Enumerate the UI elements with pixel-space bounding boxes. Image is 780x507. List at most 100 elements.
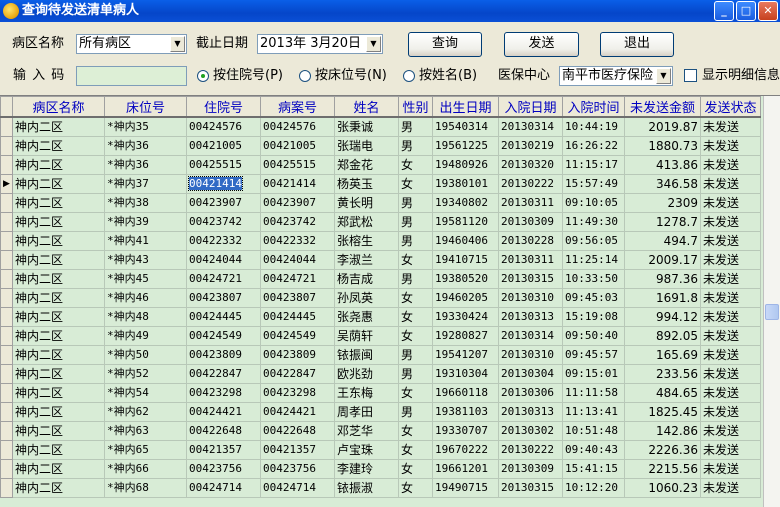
radio-by-bed-no-label[interactable]: 按床位号(N) — [315, 67, 387, 85]
row-header[interactable] — [0, 421, 13, 441]
table-cell[interactable]: 20130313 — [498, 307, 563, 327]
table-cell[interactable]: 未发送 — [700, 421, 761, 441]
row-header[interactable] — [0, 478, 13, 498]
table-cell[interactable]: 00423756 — [186, 459, 261, 479]
table-cell[interactable]: 165.69 — [624, 345, 701, 365]
table-cell[interactable]: 20130314 — [498, 116, 563, 137]
table-cell[interactable]: 00424445 — [260, 307, 335, 327]
table-cell[interactable]: 346.58 — [624, 174, 701, 194]
table-row[interactable]: 神内二区 *神内68 00424714 00424714 铱振淑女 19490715 201… — [0, 478, 761, 498]
table-cell[interactable]: 00424549 — [260, 326, 335, 346]
table-cell[interactable]: 233.56 — [624, 364, 701, 384]
column-header[interactable]: 入院时间 — [562, 96, 625, 118]
table-cell[interactable]: 铱振闽 — [334, 345, 399, 365]
radio-by-bed-no[interactable] — [299, 70, 311, 82]
table-cell[interactable]: 未发送 — [700, 174, 761, 194]
table-cell[interactable]: 男 — [398, 116, 433, 137]
column-header[interactable]: 病案号 — [260, 96, 335, 118]
radio-by-inpatient-no-label[interactable]: 按住院号(P) — [213, 67, 283, 85]
table-row[interactable]: 神内二区 *神内43 00424044 00424044 李淑兰女 19410715 201… — [0, 250, 761, 270]
minimize-button[interactable]: _ — [714, 1, 734, 21]
table-cell[interactable]: 张榕生 — [334, 231, 399, 251]
table-cell[interactable]: 09:45:03 — [562, 288, 625, 308]
column-header[interactable]: 姓名 — [334, 96, 399, 118]
table-cell[interactable]: 00422847 — [186, 364, 261, 384]
row-header[interactable] — [0, 136, 13, 156]
table-cell[interactable]: 神内二区 — [12, 440, 105, 460]
table-cell[interactable]: 未发送 — [700, 193, 761, 213]
table-cell[interactable]: 00421357 — [260, 440, 335, 460]
table-cell[interactable]: 00425515 — [260, 155, 335, 175]
table-cell[interactable]: 神内二区 — [12, 459, 105, 479]
table-cell[interactable]: 00424576 — [186, 116, 261, 137]
table-cell[interactable]: 19490715 — [432, 478, 499, 498]
table-cell[interactable]: 1691.8 — [624, 288, 701, 308]
table-cell[interactable]: 未发送 — [700, 116, 761, 137]
table-cell[interactable]: 2215.56 — [624, 459, 701, 479]
table-cell[interactable]: 杨吉成 — [334, 269, 399, 289]
table-cell[interactable]: *神内41 — [104, 231, 187, 251]
show-detail-label[interactable]: 显示明细信息 — [702, 67, 780, 85]
table-cell[interactable]: 未发送 — [700, 212, 761, 232]
table-row[interactable]: 神内二区 *神内50 00423809 00423809 铱振闽男 19541207 201… — [0, 345, 761, 365]
table-cell[interactable]: *神内63 — [104, 421, 187, 441]
table-cell[interactable]: 20130313 — [498, 402, 563, 422]
table-cell[interactable]: 女 — [398, 478, 433, 498]
column-header[interactable]: 入院日期 — [498, 96, 563, 118]
table-cell[interactable]: 女 — [398, 421, 433, 441]
table-cell[interactable]: 未发送 — [700, 288, 761, 308]
table-cell[interactable]: 未发送 — [700, 364, 761, 384]
table-cell[interactable]: 00424445 — [186, 307, 261, 327]
column-header[interactable]: 发送状态 — [700, 96, 761, 118]
row-header[interactable] — [0, 288, 13, 308]
row-header[interactable] — [0, 345, 13, 365]
table-cell[interactable]: 00424714 — [186, 478, 261, 498]
table-cell[interactable]: *神内43 — [104, 250, 187, 270]
table-cell[interactable]: 未发送 — [700, 269, 761, 289]
table-cell[interactable]: 484.65 — [624, 383, 701, 403]
table-cell[interactable]: 19661201 — [432, 459, 499, 479]
table-cell[interactable]: *神内36 — [104, 155, 187, 175]
table-cell[interactable]: 未发送 — [700, 231, 761, 251]
column-header[interactable]: 性别 — [398, 96, 433, 118]
table-cell[interactable]: 神内二区 — [12, 269, 105, 289]
table-cell[interactable]: 00422332 — [186, 231, 261, 251]
table-cell[interactable]: 987.36 — [624, 269, 701, 289]
table-cell[interactable]: 神内二区 — [12, 136, 105, 156]
insurance-select[interactable]: 南平市医疗保险 ▼ — [559, 66, 673, 86]
radio-by-inpatient-no[interactable] — [197, 70, 209, 82]
vertical-scrollbar[interactable] — [763, 96, 780, 507]
table-cell[interactable]: 2309 — [624, 193, 701, 213]
table-cell[interactable]: 1060.23 — [624, 478, 701, 498]
table-cell[interactable]: 19330707 — [432, 421, 499, 441]
table-cell[interactable]: 神内二区 — [12, 383, 105, 403]
table-cell[interactable]: 20130302 — [498, 421, 563, 441]
table-cell[interactable]: 00422648 — [260, 421, 335, 441]
send-button[interactable]: 发送 — [504, 32, 579, 57]
table-cell[interactable]: 15:41:15 — [562, 459, 625, 479]
table-cell[interactable]: 00423298 — [260, 383, 335, 403]
table-cell[interactable]: 142.86 — [624, 421, 701, 441]
table-cell[interactable]: 女 — [398, 288, 433, 308]
table-cell[interactable]: 女 — [398, 250, 433, 270]
table-cell[interactable]: 20130315 — [498, 269, 563, 289]
table-cell[interactable]: 欧兆劲 — [334, 364, 399, 384]
column-header[interactable]: 未发送金额 — [624, 96, 701, 118]
table-cell[interactable]: *神内48 — [104, 307, 187, 327]
table-cell[interactable]: 20130309 — [498, 459, 563, 479]
table-cell[interactable]: 00424714 — [260, 478, 335, 498]
table-cell[interactable]: 00421005 — [186, 136, 261, 156]
table-cell[interactable]: 994.12 — [624, 307, 701, 327]
table-cell[interactable]: 16:26:22 — [562, 136, 625, 156]
table-cell[interactable]: 892.05 — [624, 326, 701, 346]
table-cell[interactable]: 未发送 — [700, 478, 761, 498]
table-cell[interactable]: 未发送 — [700, 326, 761, 346]
table-cell[interactable]: *神内38 — [104, 193, 187, 213]
table-cell[interactable]: 00423807 — [260, 288, 335, 308]
table-cell[interactable]: 女 — [398, 174, 433, 194]
table-cell[interactable]: 20130311 — [498, 193, 563, 213]
radio-by-name[interactable] — [403, 70, 415, 82]
table-row[interactable]: ▶ 神内二区 *神内37 00421414 00421414 杨英玉女 19380101 20… — [0, 174, 761, 194]
table-cell[interactable]: 19280827 — [432, 326, 499, 346]
table-cell[interactable]: 00423807 — [186, 288, 261, 308]
